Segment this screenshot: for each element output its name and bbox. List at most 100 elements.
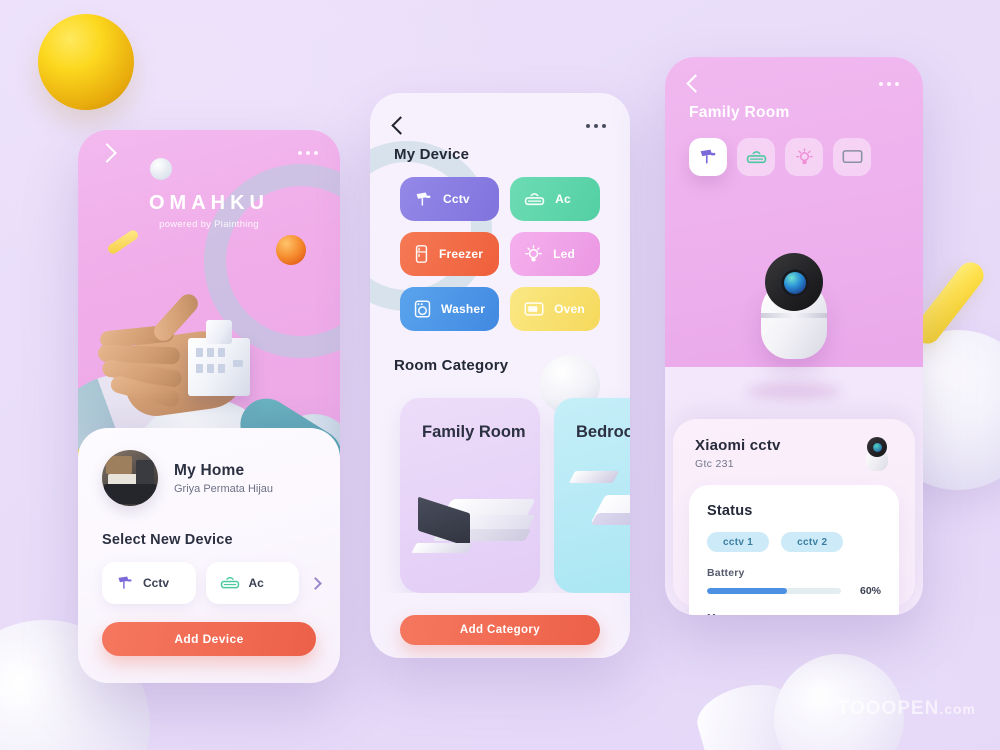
status-panel: Status cctv 1 cctv 2 Battery 60% Memory xyxy=(689,485,899,615)
device-tile-oven[interactable]: Oven xyxy=(510,287,600,331)
brand-title: OMAHKU xyxy=(149,192,269,214)
metric-memory: Memory 45% xyxy=(707,612,881,615)
device-chip-ac[interactable]: Ac xyxy=(205,562,299,604)
chevron-right-icon[interactable] xyxy=(97,143,117,163)
device-chip-cctv[interactable]: Cctv xyxy=(102,562,196,604)
quick-icon-cctv[interactable] xyxy=(689,138,727,176)
chevron-right-small-icon[interactable] xyxy=(309,576,322,590)
room-category-title: Room Category xyxy=(394,357,509,374)
device-tile-freezer[interactable]: Freezer xyxy=(400,232,500,276)
add-device-button[interactable]: Add Device xyxy=(102,622,316,656)
quick-icon-tv[interactable] xyxy=(833,138,871,176)
device-header: Xiaomi cctv Gtc 231 xyxy=(673,419,915,471)
decor-yellow-sphere xyxy=(38,14,134,110)
device-chip-row: Cctv Ac xyxy=(78,548,340,604)
phone-screen-my-device: My Device Cctv Ac Freezer Led Washer Ove… xyxy=(370,93,630,658)
more-dots-icon[interactable] xyxy=(879,81,899,86)
metric-value: 60% xyxy=(859,585,881,597)
device-detail-card: Xiaomi cctv Gtc 231 Status cctv 1 cctv 2… xyxy=(673,419,915,615)
device-tile-label: Oven xyxy=(554,302,585,316)
oven-icon xyxy=(524,302,544,316)
room-card-title: Bedroom xyxy=(576,423,630,441)
device-chip-label: Ac xyxy=(248,576,264,590)
device-tile-led[interactable]: Led xyxy=(510,232,600,276)
device-tile-label: Ac xyxy=(555,192,571,206)
room-category-list: Family Room Bedroom xyxy=(370,374,630,593)
house-window xyxy=(233,360,243,367)
device-chip-label: Cctv xyxy=(143,576,170,590)
ac-icon xyxy=(524,192,545,205)
quick-icon-ac[interactable] xyxy=(737,138,775,176)
camera-band xyxy=(761,313,827,318)
select-device-title: Select New Device xyxy=(102,532,233,548)
home-summary-row: My Home Griya Permata Hijau xyxy=(78,428,340,506)
ac-icon xyxy=(220,576,239,589)
hero-banner xyxy=(78,130,340,470)
house-roof-block xyxy=(206,320,232,344)
watermark: TOOOPEN.com xyxy=(838,698,976,720)
metric-label: Memory xyxy=(707,612,881,615)
status-tabs: cctv 1 cctv 2 xyxy=(707,532,881,552)
quick-device-icons xyxy=(665,122,923,176)
status-tab-cctv-1[interactable]: cctv 1 xyxy=(707,532,770,552)
phone-screen-onboarding: OMAHKU powered by Plainthing My Home Gri… xyxy=(78,130,340,683)
camera-lens xyxy=(781,269,809,297)
brand-block: OMAHKU powered by Plainthing xyxy=(78,192,340,230)
phone-screen-room-detail: Family Room Xiaomi cctv Gtc 231 Status c… xyxy=(665,57,923,615)
bed-and-shelf-illustration xyxy=(554,467,630,577)
device-tile-label: Freezer xyxy=(439,247,484,261)
room-card-bedroom[interactable]: Bedroom xyxy=(554,398,630,593)
tv-icon xyxy=(842,150,862,164)
freezer-icon xyxy=(415,245,428,263)
house-window xyxy=(218,364,225,373)
more-dots-icon[interactable] xyxy=(586,123,606,128)
shelf-icon xyxy=(568,471,620,483)
house-window xyxy=(207,348,214,357)
avatar xyxy=(102,450,158,506)
status-tab-cctv-2[interactable]: cctv 2 xyxy=(781,532,844,552)
house-body xyxy=(188,338,250,396)
home-name: My Home xyxy=(174,461,245,479)
brand-subtitle: powered by Plainthing xyxy=(159,219,259,230)
house-window xyxy=(218,348,225,357)
device-tile-label: Cctv xyxy=(443,192,470,206)
led-icon xyxy=(525,244,543,261)
washer-icon xyxy=(414,300,431,318)
device-tile-label: Led xyxy=(553,247,576,261)
device-tile-label: Washer xyxy=(441,302,486,316)
home-address: Griya Permata Hijau xyxy=(174,482,274,495)
cctv-camera-illustration xyxy=(753,253,835,361)
device-model: Gtc 231 xyxy=(695,458,734,470)
progress-track xyxy=(707,588,841,594)
device-thumbnail-icon xyxy=(861,437,893,471)
cctv-icon xyxy=(118,576,132,589)
house-window xyxy=(196,348,203,357)
onboarding-card: My Home Griya Permata Hijau Select New D… xyxy=(78,428,340,683)
camera-shadow xyxy=(746,383,842,399)
watermark-suffix: .com xyxy=(939,701,976,717)
room-card-family-room[interactable]: Family Room xyxy=(400,398,540,593)
decor-yellow-stick xyxy=(106,228,140,256)
progress-fill xyxy=(707,588,788,594)
device-tile-washer[interactable]: Washer xyxy=(400,287,500,331)
device-tile-cctv[interactable]: Cctv xyxy=(400,177,500,221)
house-model xyxy=(182,314,256,398)
add-category-button[interactable]: Add Category xyxy=(400,615,600,645)
phone1-top-bar xyxy=(78,130,340,176)
watermark-text: TOOOPEN xyxy=(837,698,940,719)
ac-icon xyxy=(746,150,766,163)
device-identity: Xiaomi cctv Gtc 231 xyxy=(695,437,781,470)
quick-icon-led[interactable] xyxy=(785,138,823,176)
more-dots-icon[interactable] xyxy=(298,151,318,155)
bed-icon xyxy=(590,487,630,537)
cctv-icon xyxy=(416,192,431,206)
device-grid: Cctv Ac Freezer Led Washer Oven xyxy=(370,163,630,331)
my-device-title: My Device xyxy=(394,146,470,163)
led-icon xyxy=(795,147,813,164)
sofa-and-tv-illustration xyxy=(400,467,540,577)
status-title: Status xyxy=(707,503,753,519)
metric-battery: Battery 60% xyxy=(707,567,881,597)
device-tile-ac[interactable]: Ac xyxy=(510,177,600,221)
house-window xyxy=(207,364,214,373)
cctv-icon xyxy=(700,149,716,164)
